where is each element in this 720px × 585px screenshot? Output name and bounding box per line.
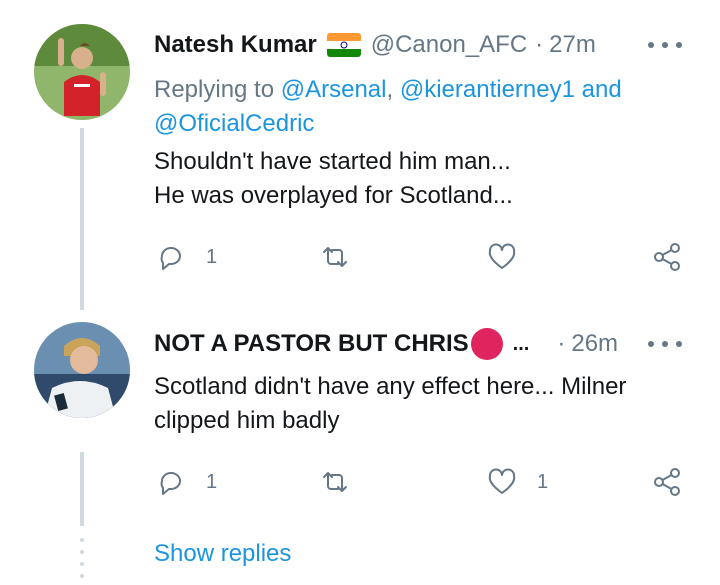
retweet-icon bbox=[323, 472, 347, 492]
tweet-actions: 1 1 bbox=[154, 460, 694, 504]
tweet-2[interactable]: NOT A PASTOR BUT CHRIS ... · 26m Scotlan… bbox=[0, 310, 720, 530]
replying-prefix: Replying to bbox=[154, 76, 281, 103]
separator-dot: · bbox=[535, 31, 544, 58]
tweet-actions: 1 bbox=[154, 235, 694, 279]
display-name[interactable]: Natesh Kumar bbox=[154, 31, 317, 59]
share-button[interactable] bbox=[650, 235, 684, 279]
display-name[interactable]: NOT A PASTOR BUT CHRIS bbox=[154, 330, 469, 358]
more-options-icon[interactable] bbox=[648, 35, 682, 55]
timestamp[interactable]: 26m bbox=[571, 330, 618, 358]
india-flag-icon bbox=[326, 33, 361, 57]
mention-link[interactable]: @Arsenal bbox=[281, 76, 387, 103]
tweet-content: NOT A PASTOR BUT CHRIS ... · 26m Scotlan… bbox=[154, 326, 700, 526]
tweet-header: NOT A PASTOR BUT CHRIS ... · 26m bbox=[154, 326, 618, 362]
thread-dots bbox=[80, 538, 84, 578]
reply-icon bbox=[160, 247, 181, 270]
user-handle[interactable]: @Canon_AFC bbox=[371, 31, 527, 59]
avatar[interactable] bbox=[34, 24, 130, 120]
retweet-button[interactable] bbox=[318, 460, 370, 504]
reply-button[interactable]: 1 bbox=[154, 235, 217, 279]
tweet-text: Shouldn't have started him man... He was… bbox=[154, 148, 513, 209]
tweet-1[interactable]: Natesh Kumar @Canon_AFC · 27m Replying t… bbox=[0, 0, 720, 310]
show-replies-link[interactable]: Show replies bbox=[154, 540, 291, 568]
reply-button[interactable]: 1 bbox=[154, 460, 217, 504]
replying-sep: , bbox=[386, 76, 400, 103]
retweet-button[interactable] bbox=[318, 235, 370, 279]
share-button[interactable] bbox=[650, 460, 684, 504]
replying-to: Replying to @Arsenal, @kierantierney1 an… bbox=[154, 73, 622, 141]
thread-line bbox=[80, 452, 84, 526]
like-button[interactable] bbox=[485, 235, 537, 279]
avatar-image bbox=[34, 24, 130, 120]
reply-icon bbox=[160, 472, 181, 495]
separator-dot: · bbox=[557, 330, 566, 357]
mention-link[interactable]: @kierantierney1 bbox=[400, 76, 575, 103]
name-ellipsis: ... bbox=[512, 332, 530, 355]
thread-line bbox=[80, 128, 84, 310]
heart-icon bbox=[488, 468, 516, 494]
mention-link[interactable]: @OficialCedric bbox=[154, 110, 314, 137]
like-button[interactable]: 1 bbox=[485, 460, 548, 504]
tweet-content: Natesh Kumar @Canon_AFC · 27m Replying t… bbox=[154, 27, 700, 310]
red-circle-icon bbox=[470, 328, 503, 360]
heart-icon bbox=[488, 243, 516, 269]
avatar-image bbox=[34, 322, 130, 418]
share-icon bbox=[654, 468, 680, 496]
avatar[interactable] bbox=[34, 322, 130, 418]
more-options-icon[interactable] bbox=[648, 334, 682, 354]
reply-count: 1 bbox=[206, 470, 218, 493]
reply-count: 1 bbox=[206, 245, 218, 268]
mention-link[interactable]: and bbox=[575, 76, 622, 103]
like-count: 1 bbox=[537, 470, 549, 493]
timestamp[interactable]: 27m bbox=[549, 31, 596, 59]
tweet-text: Scotland didn't have any effect here... … bbox=[154, 373, 627, 434]
retweet-icon bbox=[323, 247, 347, 267]
tweet-header: Natesh Kumar @Canon_AFC · 27m bbox=[154, 27, 596, 63]
share-icon bbox=[654, 243, 680, 271]
